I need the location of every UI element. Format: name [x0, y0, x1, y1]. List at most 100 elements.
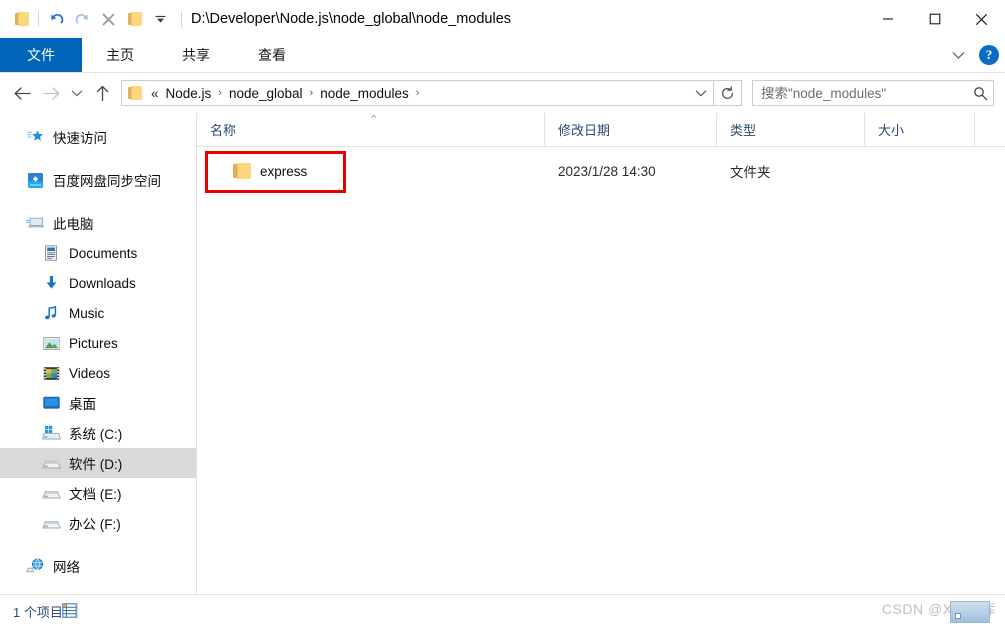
sidebar-item-pictures[interactable]: Pictures: [0, 328, 196, 358]
videos-icon: [40, 366, 62, 381]
breadcrumb-separator-icon[interactable]: ›: [412, 87, 424, 99]
sidebar-item-label: Documents: [69, 245, 138, 261]
file-explorer-window: D:\Developer\Node.js\node_global\node_mo…: [0, 0, 1005, 628]
baidu-netdisk-icon: [24, 172, 46, 189]
folder-icon: [233, 163, 251, 179]
sidebar-item-system-drive-c[interactable]: 系统 (C:): [0, 418, 196, 448]
sidebar-item-label: Videos: [69, 365, 111, 381]
system-drive-icon: [40, 425, 62, 441]
help-icon[interactable]: ?: [979, 45, 999, 65]
cell-name: express: [197, 163, 545, 179]
column-header-label: 类型: [730, 123, 757, 138]
column-headers: 名称 ⌃ 修改日期 类型 大小: [197, 113, 1005, 147]
tab-view[interactable]: 查看: [234, 38, 310, 72]
status-item-count: 1 个项目: [13, 605, 63, 620]
watermark-badge-icon: [950, 601, 990, 623]
back-button[interactable]: [8, 78, 37, 108]
file-name-label: express: [260, 163, 308, 179]
sidebar-item-music[interactable]: Music: [0, 298, 196, 328]
sidebar-item-this-pc[interactable]: 此电脑: [0, 208, 196, 238]
search-box[interactable]: [752, 80, 994, 106]
up-one-level-button[interactable]: [88, 78, 117, 108]
search-input[interactable]: [753, 85, 967, 101]
ribbon-tab-bar: 文件 主页 共享 查看 ?: [0, 38, 1005, 73]
cell-type: 文件夹: [730, 165, 771, 180]
breadcrumb-separator-icon[interactable]: ›: [214, 87, 226, 99]
column-header-name[interactable]: 名称 ⌃: [197, 113, 545, 146]
ribbon-right-controls: ?: [946, 38, 999, 72]
sidebar-item-label: Music: [69, 305, 105, 321]
properties-folder-icon[interactable]: [8, 6, 34, 32]
search-icon[interactable]: [967, 81, 993, 105]
undo-icon[interactable]: [43, 6, 69, 32]
recent-locations-chevron-down-icon[interactable]: [66, 78, 88, 108]
title-divider: [181, 10, 182, 28]
watermark: CSDN @X档案库: [882, 599, 996, 623]
tab-share[interactable]: 共享: [158, 38, 234, 72]
forward-button[interactable]: [37, 78, 66, 108]
breadcrumb-overflow[interactable]: «: [147, 86, 163, 101]
drive-icon: [40, 517, 62, 530]
breadcrumb-item-node-global[interactable]: node_global: [226, 84, 306, 103]
minimize-button[interactable]: [864, 0, 911, 38]
sidebar-item-drive-f[interactable]: 办公 (F:): [0, 508, 196, 538]
breadcrumb-separator-icon[interactable]: ›: [306, 87, 318, 99]
window-title: D:\Developer\Node.js\node_global\node_mo…: [191, 11, 512, 27]
redo-icon[interactable]: [69, 6, 95, 32]
sidebar-item-label: 快速访问: [53, 131, 107, 146]
sidebar-item-quick-access[interactable]: 快速访问: [0, 122, 196, 152]
breadcrumb-item-nodejs[interactable]: Node.js: [163, 84, 215, 103]
desktop-icon: [40, 396, 62, 410]
tab-file[interactable]: 文件: [0, 38, 82, 72]
column-header-size[interactable]: 大小: [865, 113, 975, 146]
sidebar-item-label: 百度网盘同步空间: [53, 174, 161, 189]
sidebar-item-baidu-netdisk[interactable]: 百度网盘同步空间: [0, 165, 196, 195]
sidebar-item-drive-e[interactable]: 文档 (E:): [0, 478, 196, 508]
tab-home[interactable]: 主页: [82, 38, 158, 72]
column-header-date-modified[interactable]: 修改日期: [545, 113, 717, 146]
column-header-type[interactable]: 类型: [717, 113, 865, 146]
column-header-label: 名称: [210, 123, 237, 138]
address-bar[interactable]: « Node.js › node_global › node_modules ›: [121, 80, 714, 106]
sidebar-item-label: 网络: [53, 560, 80, 575]
sidebar-item-network[interactable]: 网络: [0, 551, 196, 581]
sidebar-item-documents[interactable]: Documents: [0, 238, 196, 268]
title-bar: D:\Developer\Node.js\node_global\node_mo…: [0, 0, 1005, 38]
ribbon-collapse-chevron-down-icon[interactable]: [946, 51, 971, 60]
breadcrumb-folder-icon: [128, 86, 142, 100]
drive-icon: [40, 487, 62, 500]
close-button[interactable]: [958, 0, 1005, 38]
sort-ascending-icon: ⌃: [369, 114, 379, 126]
refresh-icon[interactable]: [714, 80, 742, 106]
sidebar-item-label: Downloads: [69, 275, 136, 291]
breadcrumb: « Node.js › node_global › node_modules ›: [122, 84, 689, 103]
sidebar-item-drive-d[interactable]: 软件 (D:): [0, 448, 196, 478]
delete-icon[interactable]: [95, 6, 121, 32]
sidebar-item-videos[interactable]: Videos: [0, 358, 196, 388]
sidebar-item-label: 系统 (C:): [69, 427, 123, 442]
file-list: express 2023/1/28 14:30 文件夹: [197, 147, 1005, 594]
sidebar-item-label: 桌面: [69, 397, 96, 412]
music-icon: [40, 305, 62, 321]
status-bar: 1 个项目 CSDN @X档案库: [0, 594, 1005, 628]
drive-icon: [40, 457, 62, 470]
maximize-button[interactable]: [911, 0, 958, 38]
sidebar-item-downloads[interactable]: Downloads: [0, 268, 196, 298]
sidebar-item-label: 办公 (F:): [69, 517, 121, 532]
table-row[interactable]: express 2023/1/28 14:30 文件夹: [197, 159, 1005, 183]
column-header-label: 大小: [878, 123, 905, 138]
sidebar-item-label: Pictures: [69, 335, 118, 351]
customize-dropdown-icon[interactable]: [147, 6, 173, 32]
new-folder-icon[interactable]: [121, 6, 147, 32]
quick-access-star-icon: [24, 129, 46, 145]
breadcrumb-item-node-modules[interactable]: node_modules: [317, 84, 412, 103]
cell-date-modified: 2023/1/28 14:30: [558, 163, 656, 179]
sidebar-item-label: 文档 (E:): [69, 487, 122, 502]
address-dropdown-chevron-down-icon[interactable]: [689, 81, 713, 105]
details-view-icon[interactable]: [62, 603, 77, 618]
sidebar-item-desktop[interactable]: 桌面: [0, 388, 196, 418]
quick-access-toolbar: D:\Developer\Node.js\node_global\node_mo…: [0, 6, 511, 32]
navigation-pane: 快速访问 百度网盘同步空间 此电脑 Documents Downloads Mu…: [0, 113, 197, 594]
